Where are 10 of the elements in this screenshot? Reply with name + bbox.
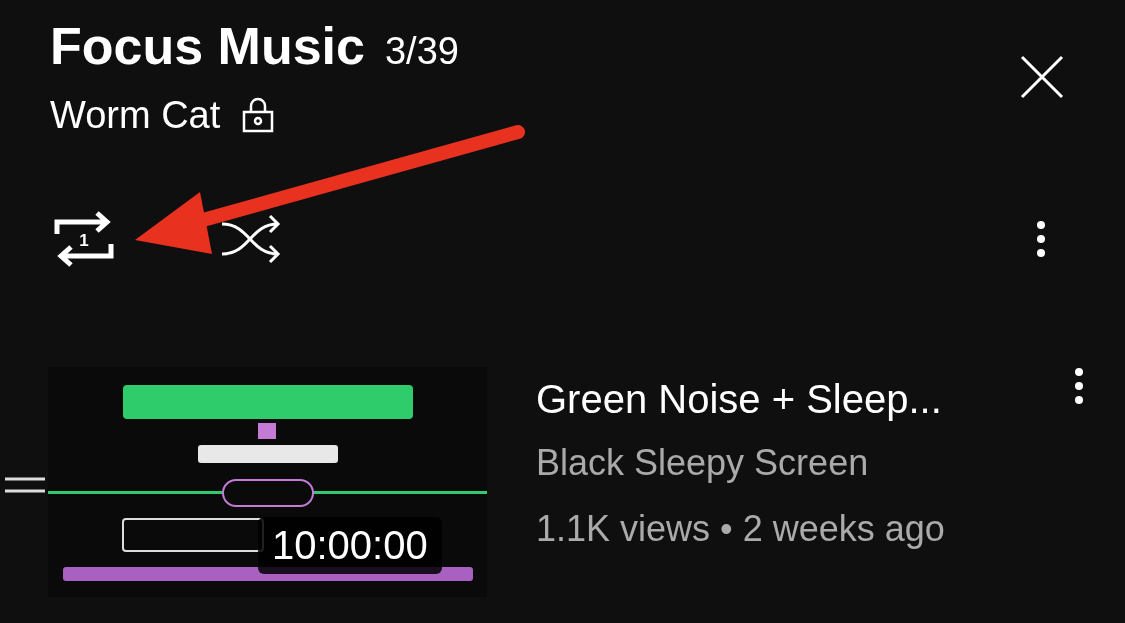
playlist-title: Focus Music xyxy=(50,16,365,77)
lock-icon xyxy=(242,97,275,133)
duration-badge: 10:00:00 xyxy=(258,517,442,574)
drag-handle-icon[interactable] xyxy=(5,477,45,493)
video-meta: 1.1K views • 2 weeks ago xyxy=(536,507,946,551)
video-channel: Black Sleepy Screen xyxy=(536,441,870,485)
channel-name[interactable]: Worm Cat xyxy=(50,92,221,138)
close-button[interactable] xyxy=(1019,54,1065,100)
playlist-position: 3/39 xyxy=(384,30,459,73)
video-title[interactable]: Green Noise + Sleep... xyxy=(536,373,1063,425)
